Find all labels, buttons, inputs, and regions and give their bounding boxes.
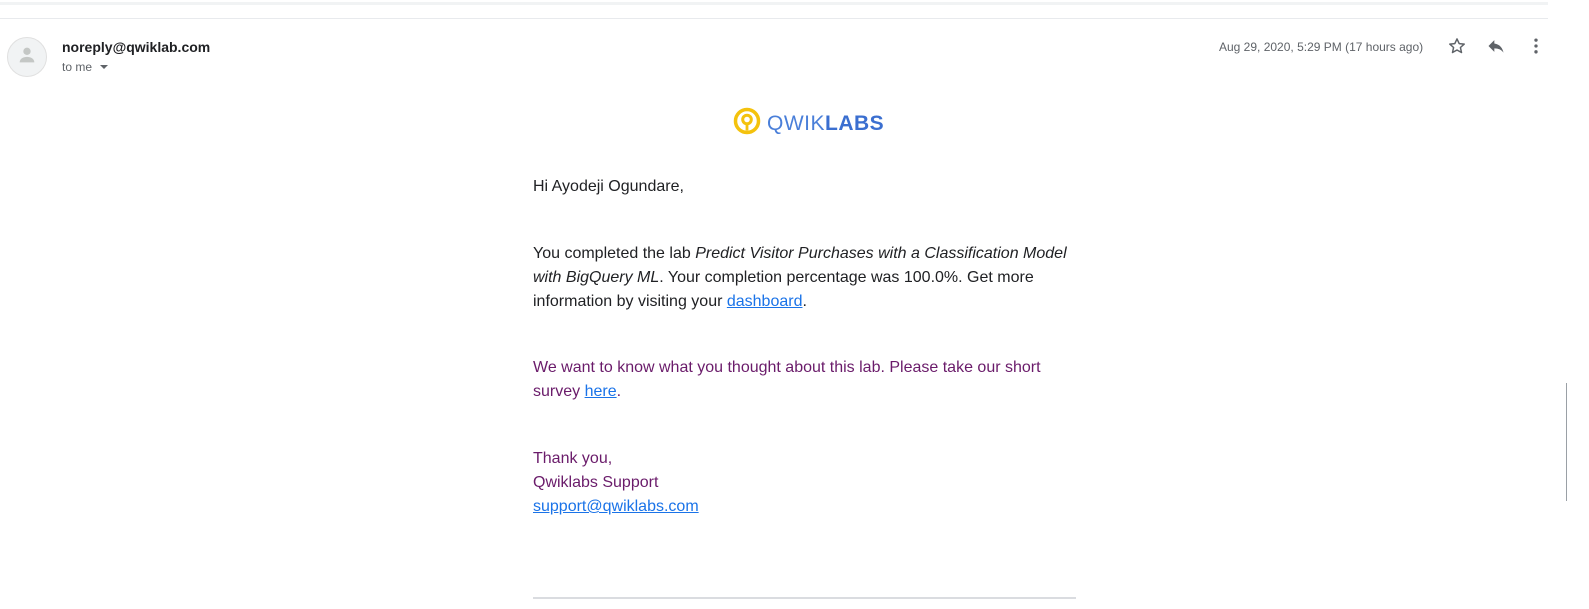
- survey-link[interactable]: here: [585, 383, 617, 400]
- logo-wordmark: QWIKLABS: [767, 110, 884, 138]
- header-divider: [0, 18, 1548, 19]
- support-email-link[interactable]: support@qwiklabs.com: [533, 498, 699, 515]
- reply-icon: [1486, 36, 1506, 61]
- star-button[interactable]: [1445, 36, 1469, 60]
- recipient-label: to me: [62, 60, 93, 74]
- qwiklabs-logo: QWIKLABS: [733, 107, 884, 140]
- qwiklabs-logo-icon: [733, 107, 761, 140]
- message-date: Aug 29, 2020, 5:29 PM (17 hours ago): [1219, 40, 1424, 54]
- reply-button[interactable]: [1484, 36, 1508, 60]
- footer-divider: [533, 597, 1076, 599]
- person-icon: [16, 44, 38, 71]
- completion-paragraph: You completed the lab Predict Visitor Pu…: [533, 242, 1078, 314]
- recipient-details-toggle[interactable]: to me: [62, 60, 109, 74]
- more-options-button[interactable]: [1524, 36, 1548, 60]
- signature-block: Thank you, Qwiklabs Support support@qwik…: [533, 447, 1078, 519]
- star-icon: [1447, 36, 1467, 61]
- dashboard-link[interactable]: dashboard: [727, 293, 803, 310]
- greeting: Hi Ayodeji Ogundare,: [533, 178, 684, 195]
- logo-wordmark-qwik: QWIK: [767, 111, 825, 135]
- sender-email[interactable]: noreply@qwiklab.com: [62, 39, 210, 55]
- survey-paragraph: We want to know what you thought about t…: [533, 356, 1078, 404]
- thanks-line: Thank you,: [533, 450, 613, 467]
- signature-name: Qwiklabs Support: [533, 474, 659, 491]
- more-vert-icon: [1526, 36, 1546, 61]
- sender-avatar[interactable]: [7, 37, 47, 77]
- scrollbar[interactable]: [1566, 383, 1567, 501]
- sentence-period: .: [616, 383, 622, 400]
- top-divider: [0, 2, 1548, 5]
- sentence-period: .: [802, 293, 807, 310]
- chevron-down-icon: [100, 65, 109, 69]
- logo-wordmark-labs: LABS: [825, 111, 885, 135]
- completion-prefix: You completed the lab: [533, 245, 696, 262]
